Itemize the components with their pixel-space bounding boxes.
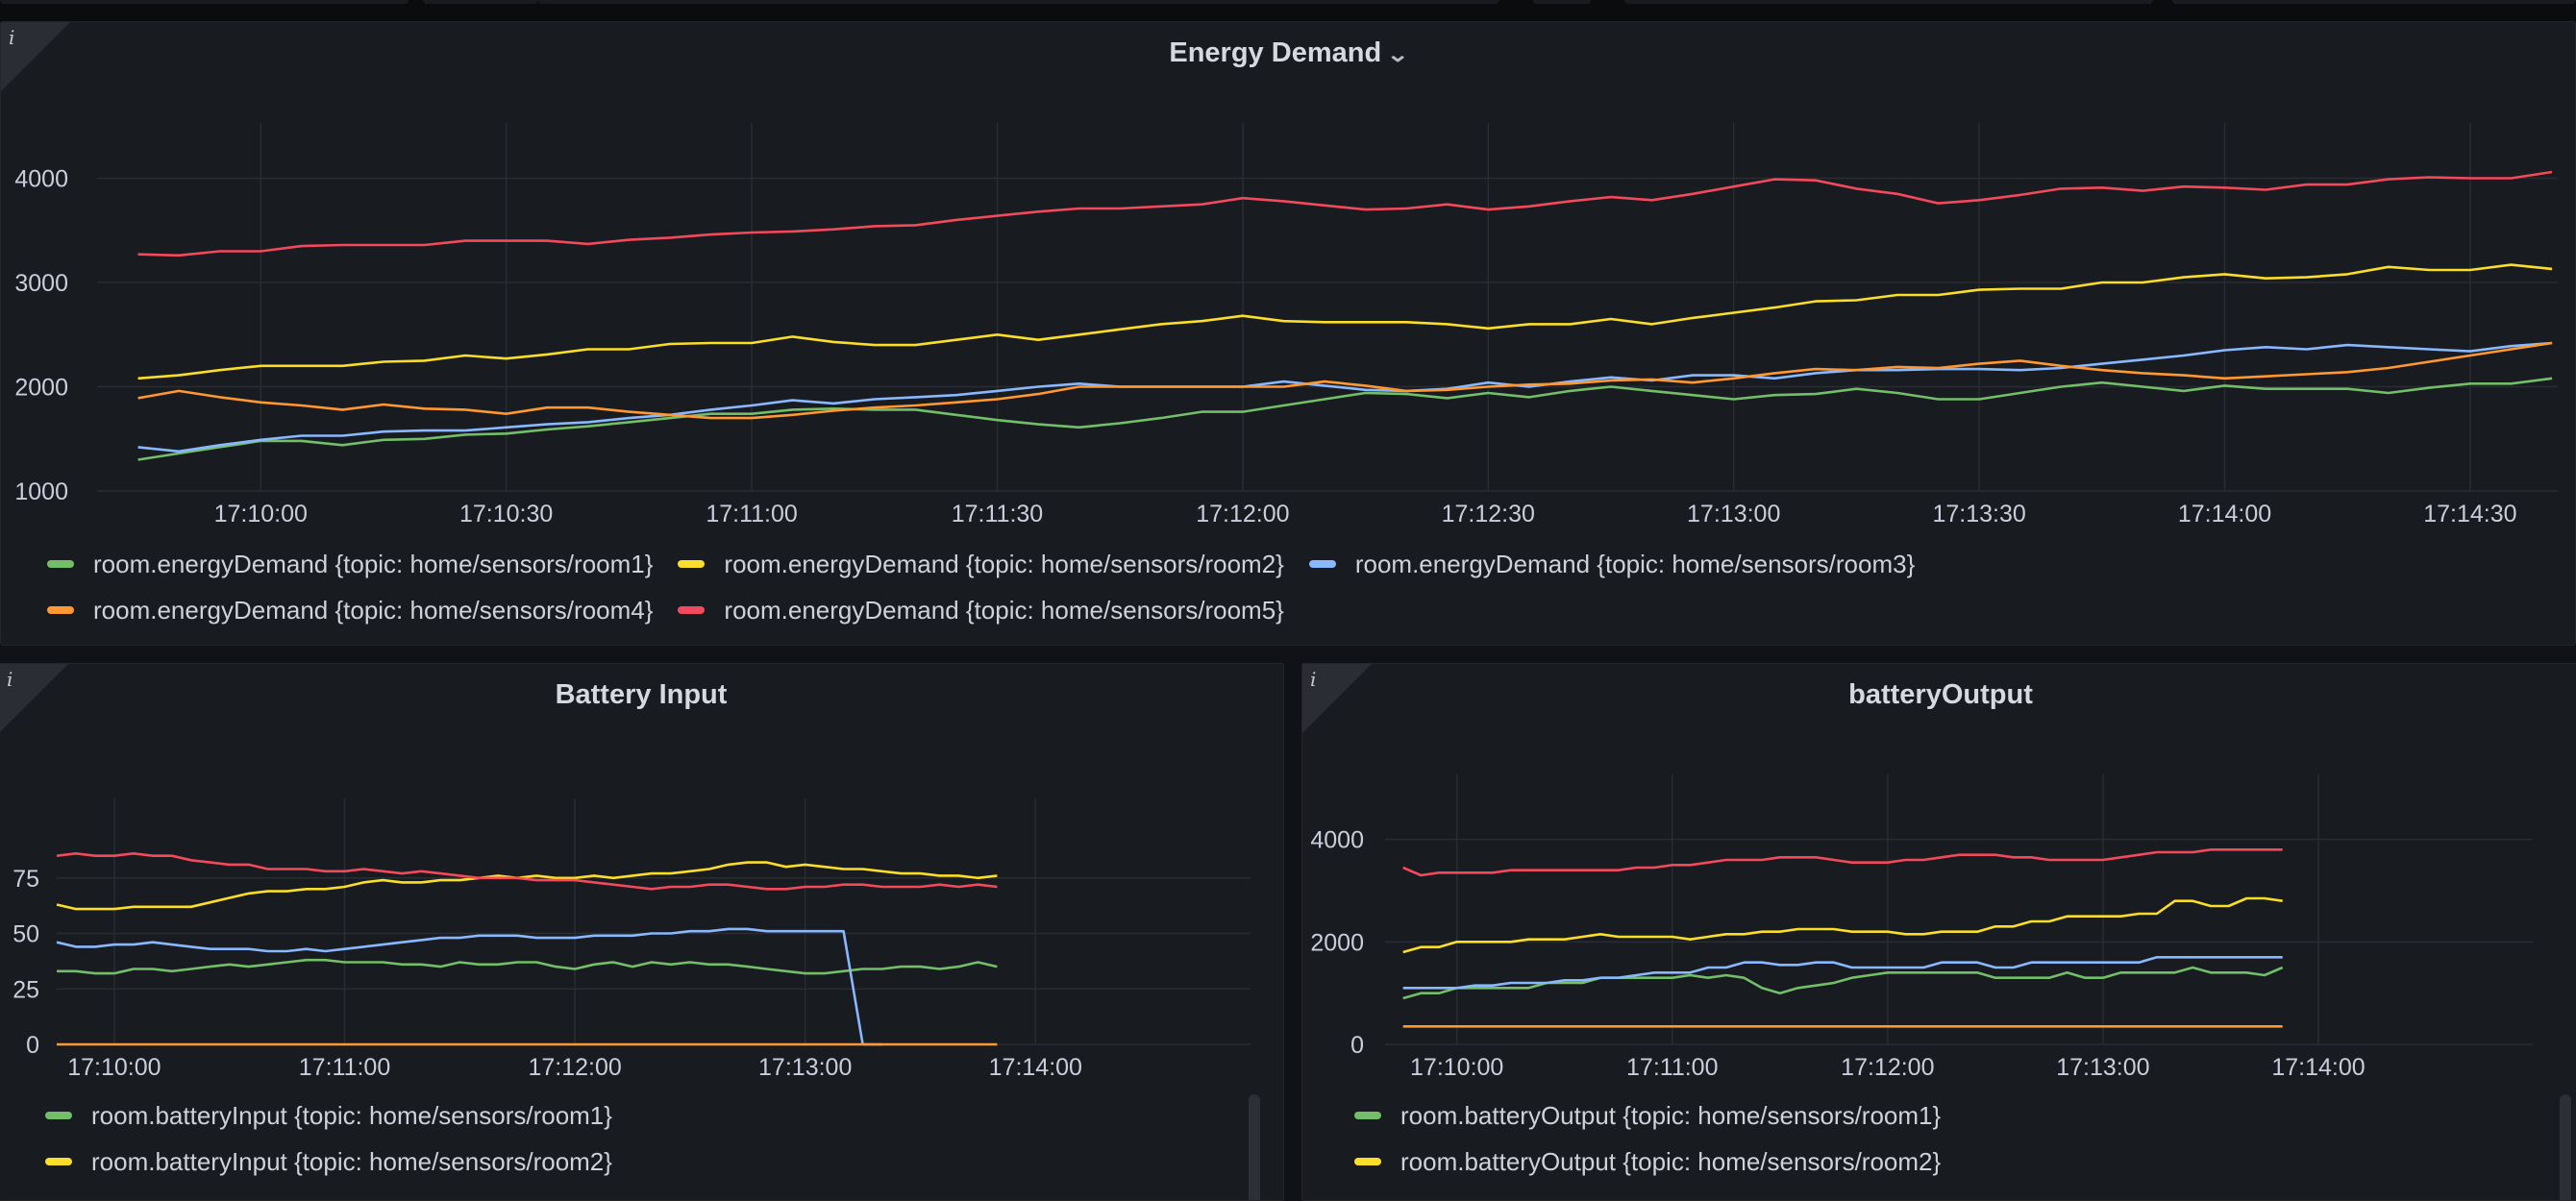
x-tick-label: 17:12:00 [528, 1054, 621, 1081]
legend-row: room.batteryInput {topic: home/sensors/r… [45, 1092, 612, 1139]
x-tick-label: 17:10:00 [67, 1054, 161, 1081]
top-panel-edge [1533, 0, 1591, 4]
legend-item[interactable]: room.energyDemand {topic: home/sensors/r… [47, 550, 653, 579]
legend-swatch [47, 560, 74, 568]
legend-swatch [678, 606, 706, 614]
legend-item[interactable]: room.energyDemand {topic: home/sensors/r… [47, 596, 653, 625]
legend-scrollbar[interactable] [1249, 1094, 1260, 1200]
legend-row: room.batteryInput {topic: home/sensors/r… [45, 1139, 612, 1185]
legend-swatch [45, 1158, 72, 1165]
x-tick-label: 17:14:00 [2271, 1054, 2365, 1081]
legend-item[interactable]: room.batteryOutput {topic: home/sensors/… [1354, 1147, 1941, 1177]
x-tick-label: 17:12:30 [1442, 501, 1535, 522]
energy-demand-legend: room.energyDemand {topic: home/sensors/r… [47, 541, 1915, 633]
battery-output-chart: 0 2000 4000 17:10:00 17:11:00 17:12:00 17:13:0… [1310, 774, 2533, 1081]
legend-item[interactable]: room.batteryInput {topic: home/sensors/r… [45, 1101, 612, 1131]
y-tick-label: 4000 [14, 166, 68, 193]
legend-label: room.energyDemand {topic: home/sensors/r… [724, 549, 1284, 578]
x-tick-label: 17:11:30 [952, 501, 1043, 522]
legend-item[interactable]: room.batteryInput {topic: home/sensors/r… [45, 1147, 612, 1177]
legend-swatch [47, 606, 74, 614]
x-tick-label: 17:10:00 [214, 501, 308, 522]
legend-item[interactable]: room.energyDemand {topic: home/sensors/r… [678, 549, 1284, 579]
x-tick-label: 17:11:00 [299, 1054, 390, 1081]
y-tick-label: 50 [12, 921, 39, 948]
x-tick-label: 17:14:30 [2423, 501, 2516, 522]
battery-input-legend: room.batteryInput {topic: home/sensors/r… [45, 1092, 612, 1185]
x-tick-label: 17:14:00 [2178, 501, 2271, 522]
series-line-room2[interactable] [1402, 896, 2283, 954]
legend-row: room.batteryOutput {topic: home/sensors/… [1354, 1092, 1941, 1139]
legend-row: room.batteryOutput {topic: home/sensors/… [1354, 1139, 1941, 1185]
battery-output-panel: i batteryOutput 0 2000 4000 17:10:00 17:11:0… [1301, 663, 2576, 1201]
y-tick-label: 1000 [14, 478, 68, 505]
x-tick-label: 17:11:00 [1626, 1054, 1718, 1081]
legend-item[interactable]: room.batteryOutput {topic: home/sensors/… [1354, 1101, 1941, 1131]
battery-input-panel: i Battery Input 0 25 50 75 17:10:00 17:11:00 1… [0, 663, 1284, 1201]
y-tick-label: 0 [1350, 1032, 1364, 1059]
x-tick-label: 17:12:00 [1196, 501, 1289, 522]
legend-label: room.batteryOutput {topic: home/sensors/… [1400, 1146, 1942, 1176]
battery-input-chart: 0 25 50 75 17:10:00 17:11:00 17:12:00 17:13:00 1… [12, 798, 1251, 1081]
legend-row: room.energyDemand {topic: home/sensors/r… [47, 587, 1915, 633]
top-panel-edge [423, 0, 538, 4]
series-line-room5[interactable] [137, 170, 2553, 257]
x-tick-label: 17:10:00 [1410, 1054, 1503, 1081]
series-line-room5[interactable] [56, 852, 998, 891]
series-line-room1[interactable] [137, 377, 2553, 461]
legend-scrollbar[interactable] [2560, 1094, 2571, 1200]
legend-label: room.batteryInput {topic: home/sensors/r… [91, 1100, 612, 1130]
top-panel-edge [2172, 0, 2576, 4]
x-tick-label: 17:11:00 [706, 501, 797, 522]
legend-swatch [1308, 560, 1336, 568]
x-tick-label: 17:13:00 [758, 1054, 852, 1081]
x-tick-label: 17:10:30 [459, 501, 553, 522]
legend-label: room.batteryOutput {topic: home/sensors/… [1400, 1100, 1942, 1130]
series-line-room1[interactable] [57, 958, 998, 975]
legend-label: room.energyDemand {topic: home/sensors/r… [724, 595, 1284, 625]
y-tick-label: 4000 [1310, 827, 1364, 854]
grid [1385, 774, 2533, 1045]
y-tick-label: 25 [12, 976, 39, 1003]
y-tick-label: 3000 [14, 270, 68, 297]
legend-swatch [1354, 1112, 1381, 1119]
energy-demand-chart: 1000 2000 3000 4000 17:10:00 17:10:30 17:11:00… [14, 123, 2558, 522]
series-line-room3[interactable] [56, 927, 882, 1046]
legend-label: room.batteryInput {topic: home/sensors/r… [91, 1146, 612, 1176]
x-tick-label: 17:13:30 [1932, 501, 2025, 522]
grid [57, 798, 1251, 1045]
x-tick-label: 17:12:00 [1841, 1054, 1934, 1081]
top-panel-edge [1624, 0, 2153, 4]
legend-item[interactable]: room.energyDemand {topic: home/sensors/r… [678, 595, 1284, 625]
top-panel-edge [0, 0, 409, 4]
battery-output-legend: room.batteryOutput {topic: home/sensors/… [1354, 1092, 1941, 1185]
legend-row: room.energyDemand {topic: home/sensors/r… [47, 541, 1915, 587]
legend-swatch [45, 1112, 72, 1119]
x-tick-label: 17:13:00 [2056, 1054, 2149, 1081]
x-tick-label: 17:14:00 [989, 1054, 1082, 1081]
legend-label: room.energyDemand {topic: home/sensors/r… [93, 549, 654, 578]
series-line-room5[interactable] [1402, 848, 2283, 877]
y-tick-label: 75 [12, 866, 39, 893]
energy-demand-panel: i Energy Demand ⌄ 1000 2000 3000 4000 17:10:0… [0, 21, 2576, 646]
legend-swatch [1354, 1158, 1381, 1165]
legend-swatch [678, 560, 706, 568]
legend-label: room.energyDemand {topic: home/sensors/r… [1354, 549, 1916, 578]
y-tick-label: 0 [26, 1032, 39, 1059]
top-panel-edge [538, 0, 1499, 4]
x-tick-label: 17:13:00 [1687, 501, 1780, 522]
y-tick-label: 2000 [14, 375, 68, 402]
y-tick-label: 2000 [1310, 929, 1364, 956]
legend-label: room.energyDemand {topic: home/sensors/r… [93, 595, 654, 625]
dashboard-top-strip [0, 0, 2576, 21]
legend-item[interactable]: room.energyDemand {topic: home/sensors/r… [1308, 549, 1916, 579]
